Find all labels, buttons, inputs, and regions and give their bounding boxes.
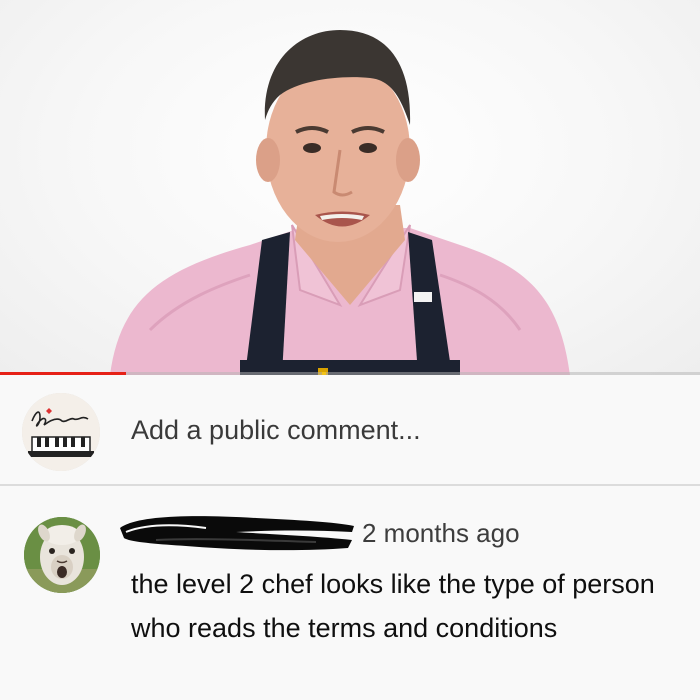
redacted-username	[120, 516, 354, 551]
comment-item: 2 months ago the level 2 chef looks like…	[0, 486, 700, 700]
comment-timestamp: 2 months ago	[362, 518, 520, 548]
comment-text: the level 2 chef looks like the type of …	[131, 569, 655, 643]
video-frame	[110, 30, 570, 375]
video-progress-played	[0, 372, 126, 375]
video-progress-bar[interactable]	[0, 372, 700, 375]
alpaca-icon	[24, 517, 100, 593]
signature-logo-avatar[interactable]	[22, 393, 100, 471]
signature-logo-icon	[22, 393, 100, 471]
video-player[interactable]	[0, 0, 700, 375]
video-progress-marker	[322, 372, 326, 375]
alpaca-avatar[interactable]	[24, 517, 100, 593]
add-comment-input[interactable]	[131, 410, 661, 450]
add-comment-row	[0, 376, 700, 484]
